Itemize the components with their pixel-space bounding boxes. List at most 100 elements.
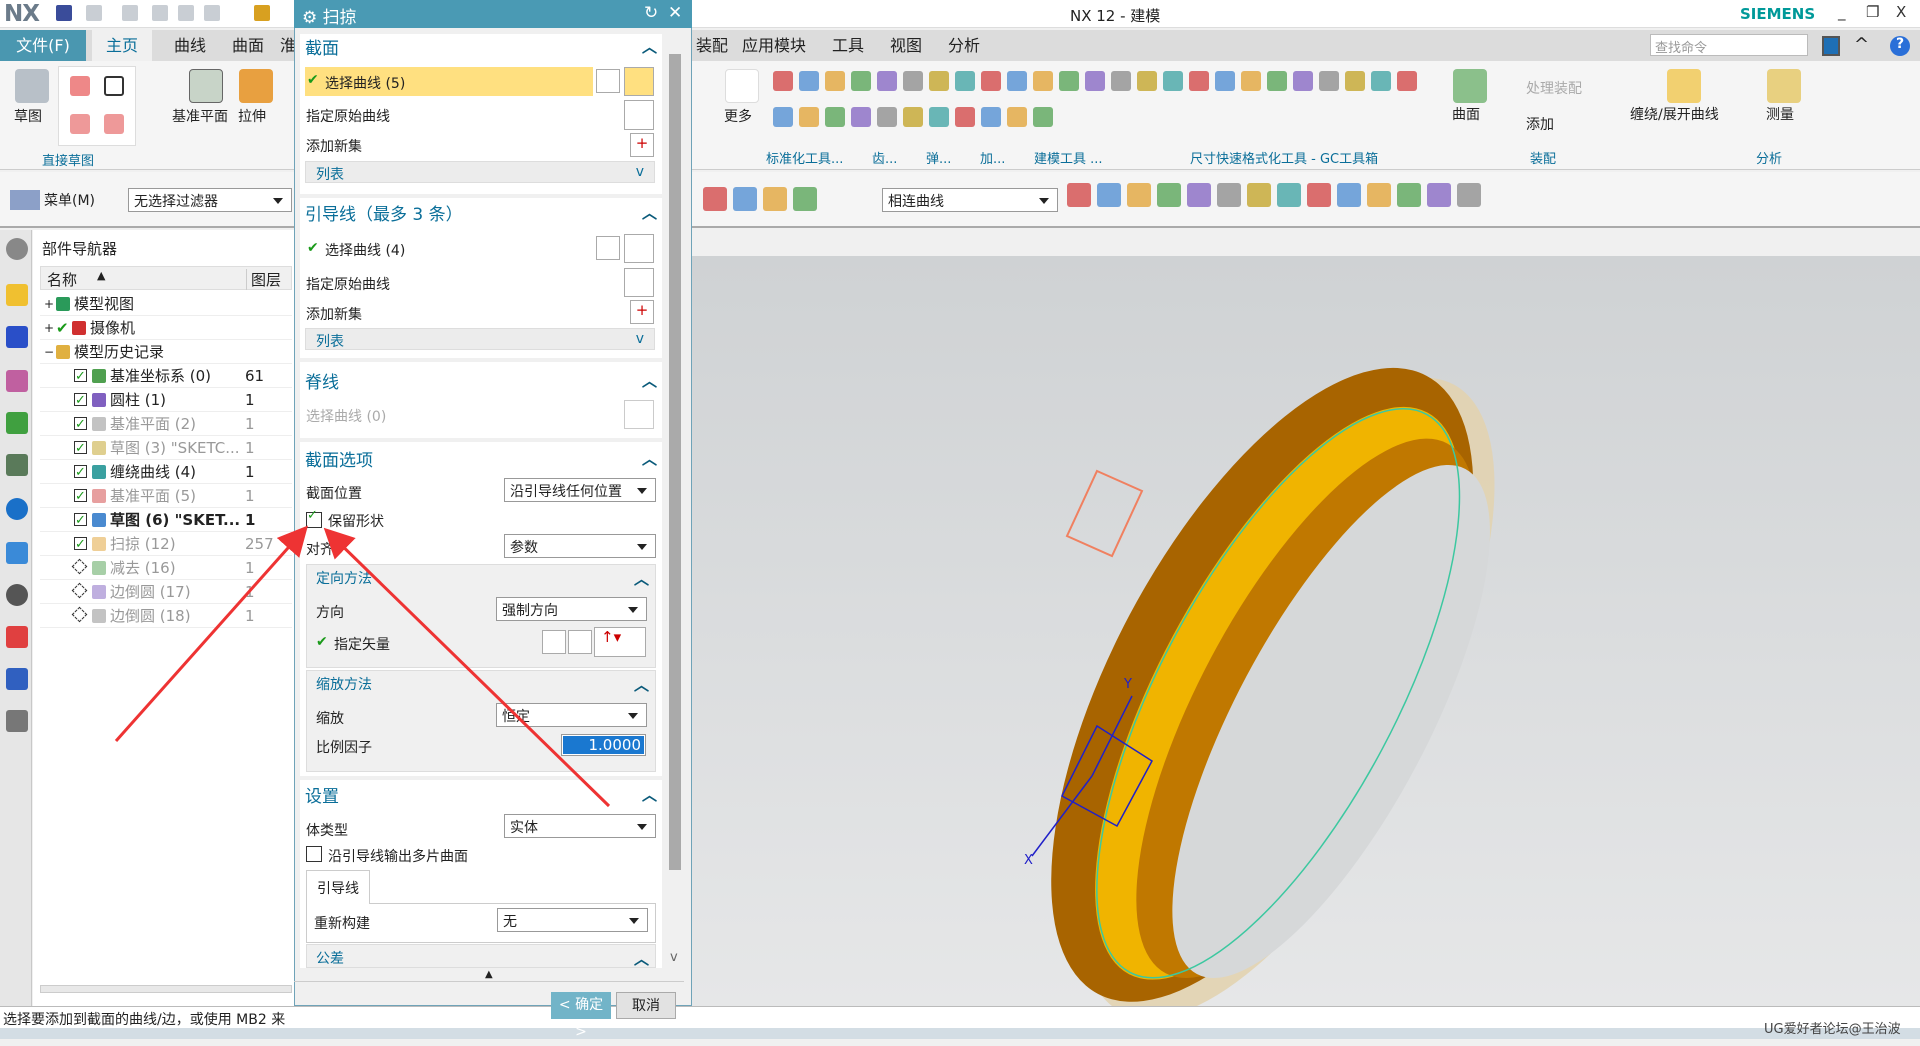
spring-icon[interactable] [825,71,845,91]
spring-icon[interactable] [1189,71,1209,91]
visibility-checkbox[interactable] [74,389,87,413]
collapse-icon[interactable]: ︿ [642,370,657,391]
add-component-button[interactable]: 添加 [1526,114,1554,134]
command-search-input[interactable]: 查找命令 [1650,34,1808,56]
copy-icon[interactable] [178,5,194,21]
cancel-button[interactable]: 取消 [616,992,676,1019]
section-header[interactable]: 截面 [305,34,339,59]
dimension-icon[interactable] [981,107,1001,127]
plane-icon[interactable] [799,107,819,127]
visibility-checkbox[interactable] [74,461,87,485]
edit-icon[interactable] [1371,71,1391,91]
body-type-dropdown[interactable]: 实体 [504,814,656,838]
ok-button[interactable]: < 确定 > [551,992,611,1040]
intersection-icon[interactable] [1067,183,1091,207]
visibility-checkbox[interactable] [74,485,87,509]
dimension-icon[interactable] [1267,71,1287,91]
full-screen-icon[interactable] [1822,36,1840,56]
minimize-button[interactable]: _ [1838,3,1846,21]
check-icon[interactable] [851,71,871,91]
plane-icon[interactable] [1085,71,1105,91]
datum-plane-button[interactable]: 基准平面 [172,106,228,126]
info-icon[interactable] [6,498,28,520]
navigator-row[interactable]: 边倒圆 (17) 1 [40,580,292,604]
select-icon[interactable] [703,187,727,211]
edit-icon[interactable] [1007,71,1027,91]
menu-button[interactable]: 菜单(M) [44,190,95,210]
close-window-button[interactable]: X [1896,3,1906,21]
tolerance-icon[interactable] [929,71,949,91]
dialog-title-bar[interactable]: ⚙ 扫掠 ↻ ✕ [294,0,692,28]
select-guide-curve[interactable]: 选择曲线 (4) [325,240,405,260]
column-layer[interactable]: 图层 [246,269,281,290]
web-browser-icon[interactable] [6,542,28,564]
datum-plane-icon[interactable] [189,69,223,103]
spline-icon[interactable] [1277,183,1301,207]
navigator-row[interactable]: − 模型历史记录 [40,340,292,364]
group-add[interactable]: 加... [980,148,1005,167]
line-icon[interactable] [70,114,90,134]
tolerance-icon[interactable] [1007,107,1027,127]
vector-dialog-icon[interactable] [568,630,592,654]
navigator-row[interactable]: 草图 (6) "SKET...1 [40,508,292,533]
visibility-checkbox[interactable] [74,533,87,557]
layer-icon[interactable] [981,71,1001,91]
gear-icon[interactable] [1163,71,1183,91]
assembly-icon[interactable] [955,71,975,91]
multi-surface-checkbox[interactable] [306,846,322,862]
tab-tools[interactable]: 工具 [818,30,878,61]
note-icon[interactable] [1033,71,1053,91]
spine-header[interactable]: 脊线 [305,368,339,393]
tab-analysis[interactable]: 分析 [934,30,994,61]
rotate-icon[interactable] [1397,183,1421,207]
guide-header[interactable]: 引导线（最多 3 条） [305,200,463,225]
arc-icon[interactable] [104,114,124,134]
circle-icon[interactable] [1307,183,1331,207]
scaling-header[interactable]: 缩放方法 [316,674,372,694]
column-name[interactable]: 名称 [47,269,77,290]
surface-button[interactable]: 曲面 [1452,104,1480,124]
paste-icon[interactable] [204,5,220,21]
section-list-toggle[interactable]: 列表 v [305,161,655,183]
gear-icon[interactable] [877,107,897,127]
preserve-shape-checkbox[interactable] [306,508,322,528]
view-manager-icon[interactable] [6,454,28,476]
layer-icon[interactable] [1345,71,1365,91]
navigator-row[interactable]: 扫掠 (12) 257 [40,532,292,557]
part-navigator-icon[interactable] [6,370,28,392]
collapse-icon[interactable]: ︿ [642,784,657,805]
snap-icon[interactable] [1127,183,1151,207]
check-icon[interactable] [929,107,949,127]
navigator-row[interactable]: 减去 (16) 1 [40,556,292,580]
extrude-button[interactable]: 拉伸 [238,106,266,126]
palette-icon[interactable] [6,626,28,648]
add-new-set-button[interactable]: + [630,133,654,157]
collapse-icon[interactable]: ︿ [634,568,649,589]
measure-icon[interactable] [1111,71,1131,91]
navigator-row[interactable]: 边倒圆 (18) 1 [40,604,292,628]
tab-applications[interactable]: 应用模块 [728,30,820,61]
group-gear[interactable]: 齿... [872,148,897,167]
visibility-checkbox[interactable] [74,365,87,389]
restore-button[interactable]: ❐ [1866,3,1879,21]
gear-icon[interactable]: ⚙ [302,8,323,28]
navigator-row[interactable]: 基准坐标系 (0) 61 [40,364,292,389]
tangent-icon[interactable] [1097,183,1121,207]
cut-icon[interactable] [773,107,793,127]
suppressed-indicator[interactable] [71,582,88,599]
group-dimension-format[interactable]: 尺寸快速格式化工具 - GC工具箱 [1190,148,1378,167]
triangle-icon[interactable] [955,107,975,127]
check-icon[interactable] [1215,71,1235,91]
selection-filter-dropdown[interactable]: 无选择过滤器 [128,188,292,212]
constraint-navigator-icon[interactable] [6,326,28,348]
sketch-button[interactable]: 草图 [14,106,42,126]
arrow-icon[interactable] [1187,183,1211,207]
wrap-curve-icon[interactable] [1667,69,1701,103]
part-icon[interactable] [1137,71,1157,91]
navigator-row[interactable]: 基准平面 (2) 1 [40,412,292,437]
vector-type-dropdown[interactable]: ↑▾ [594,627,646,657]
scaling-dropdown[interactable]: 恒定 [496,703,647,727]
reset-icon[interactable]: ↻ [644,3,658,23]
triangle-icon[interactable] [1241,71,1261,91]
more-button[interactable]: 更多 [724,106,752,126]
